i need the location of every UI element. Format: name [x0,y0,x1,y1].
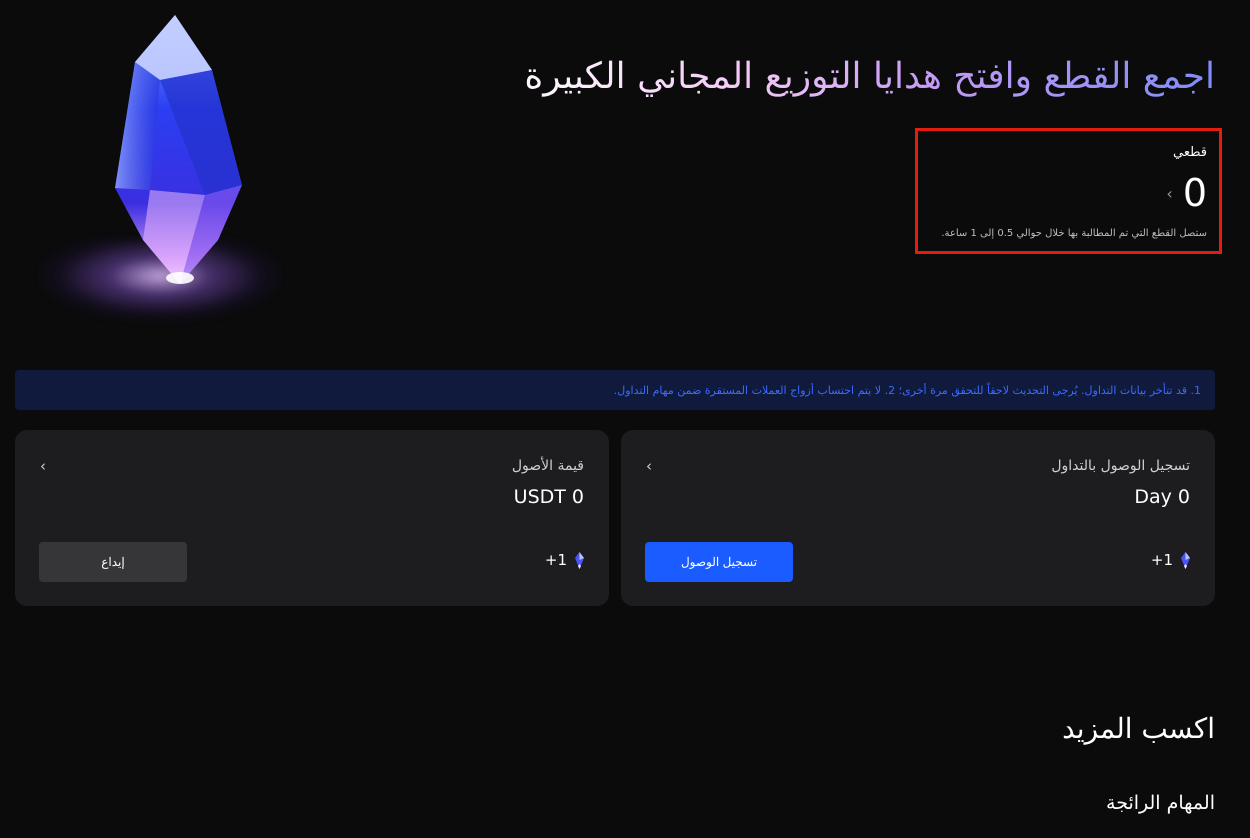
crystal-illustration [0,0,300,330]
chevron-left-icon[interactable]: › [646,457,652,475]
deposit-button[interactable]: إيداع [39,542,187,582]
my-pieces-label: قطعي [1173,145,1207,160]
my-pieces-panel[interactable]: قطعي 0 › ستصل القطع التي تم المطالبة بها… [915,128,1222,254]
checkin-button[interactable]: تسجيل الوصول [645,542,793,582]
page-headline: اجمع القطع وافتح هدايا التوزيع المجاني ا… [495,56,1215,98]
crystal-icon [115,15,242,284]
asset-reward: +1 [545,551,584,569]
asset-value-title: قيمة الأصول [511,458,584,474]
notice-text: 1. قد تتأخر بيانات التداول. يُرجى التحدي… [613,383,1201,397]
asset-reward-amount: +1 [544,551,567,569]
popular-tasks-title: المهام الرائجة [1106,792,1215,814]
chevron-right-icon[interactable]: › [1166,184,1172,203]
checkin-days-value: Day 0 [1134,486,1190,508]
chevron-left-icon[interactable]: › [40,457,46,475]
earn-more-title: اكسب المزيد [1062,712,1215,745]
checkin-reward-amount: +1 [1150,551,1173,569]
checkin-reward: +1 [1151,551,1190,569]
notice-banner: 1. قد تتأخر بيانات التداول. يُرجى التحدي… [15,370,1215,410]
pieces-count-row[interactable]: 0 › [1166,171,1207,215]
asset-value-amount: USDT 0 [513,486,584,508]
asset-value-card[interactable]: قيمة الأصول › USDT 0 +1 إيداع [15,430,609,606]
trading-checkin-card[interactable]: تسجيل الوصول بالتداول › Day 0 +1 تسجيل ا… [621,430,1215,606]
gem-icon [575,551,584,569]
pieces-arrival-note: ستصل القطع التي تم المطالبة بها خلال حوا… [941,228,1207,239]
trading-checkin-title: تسجيل الوصول بالتداول [1051,458,1190,474]
gem-icon [1181,551,1190,569]
pieces-count: 0 [1182,171,1207,215]
